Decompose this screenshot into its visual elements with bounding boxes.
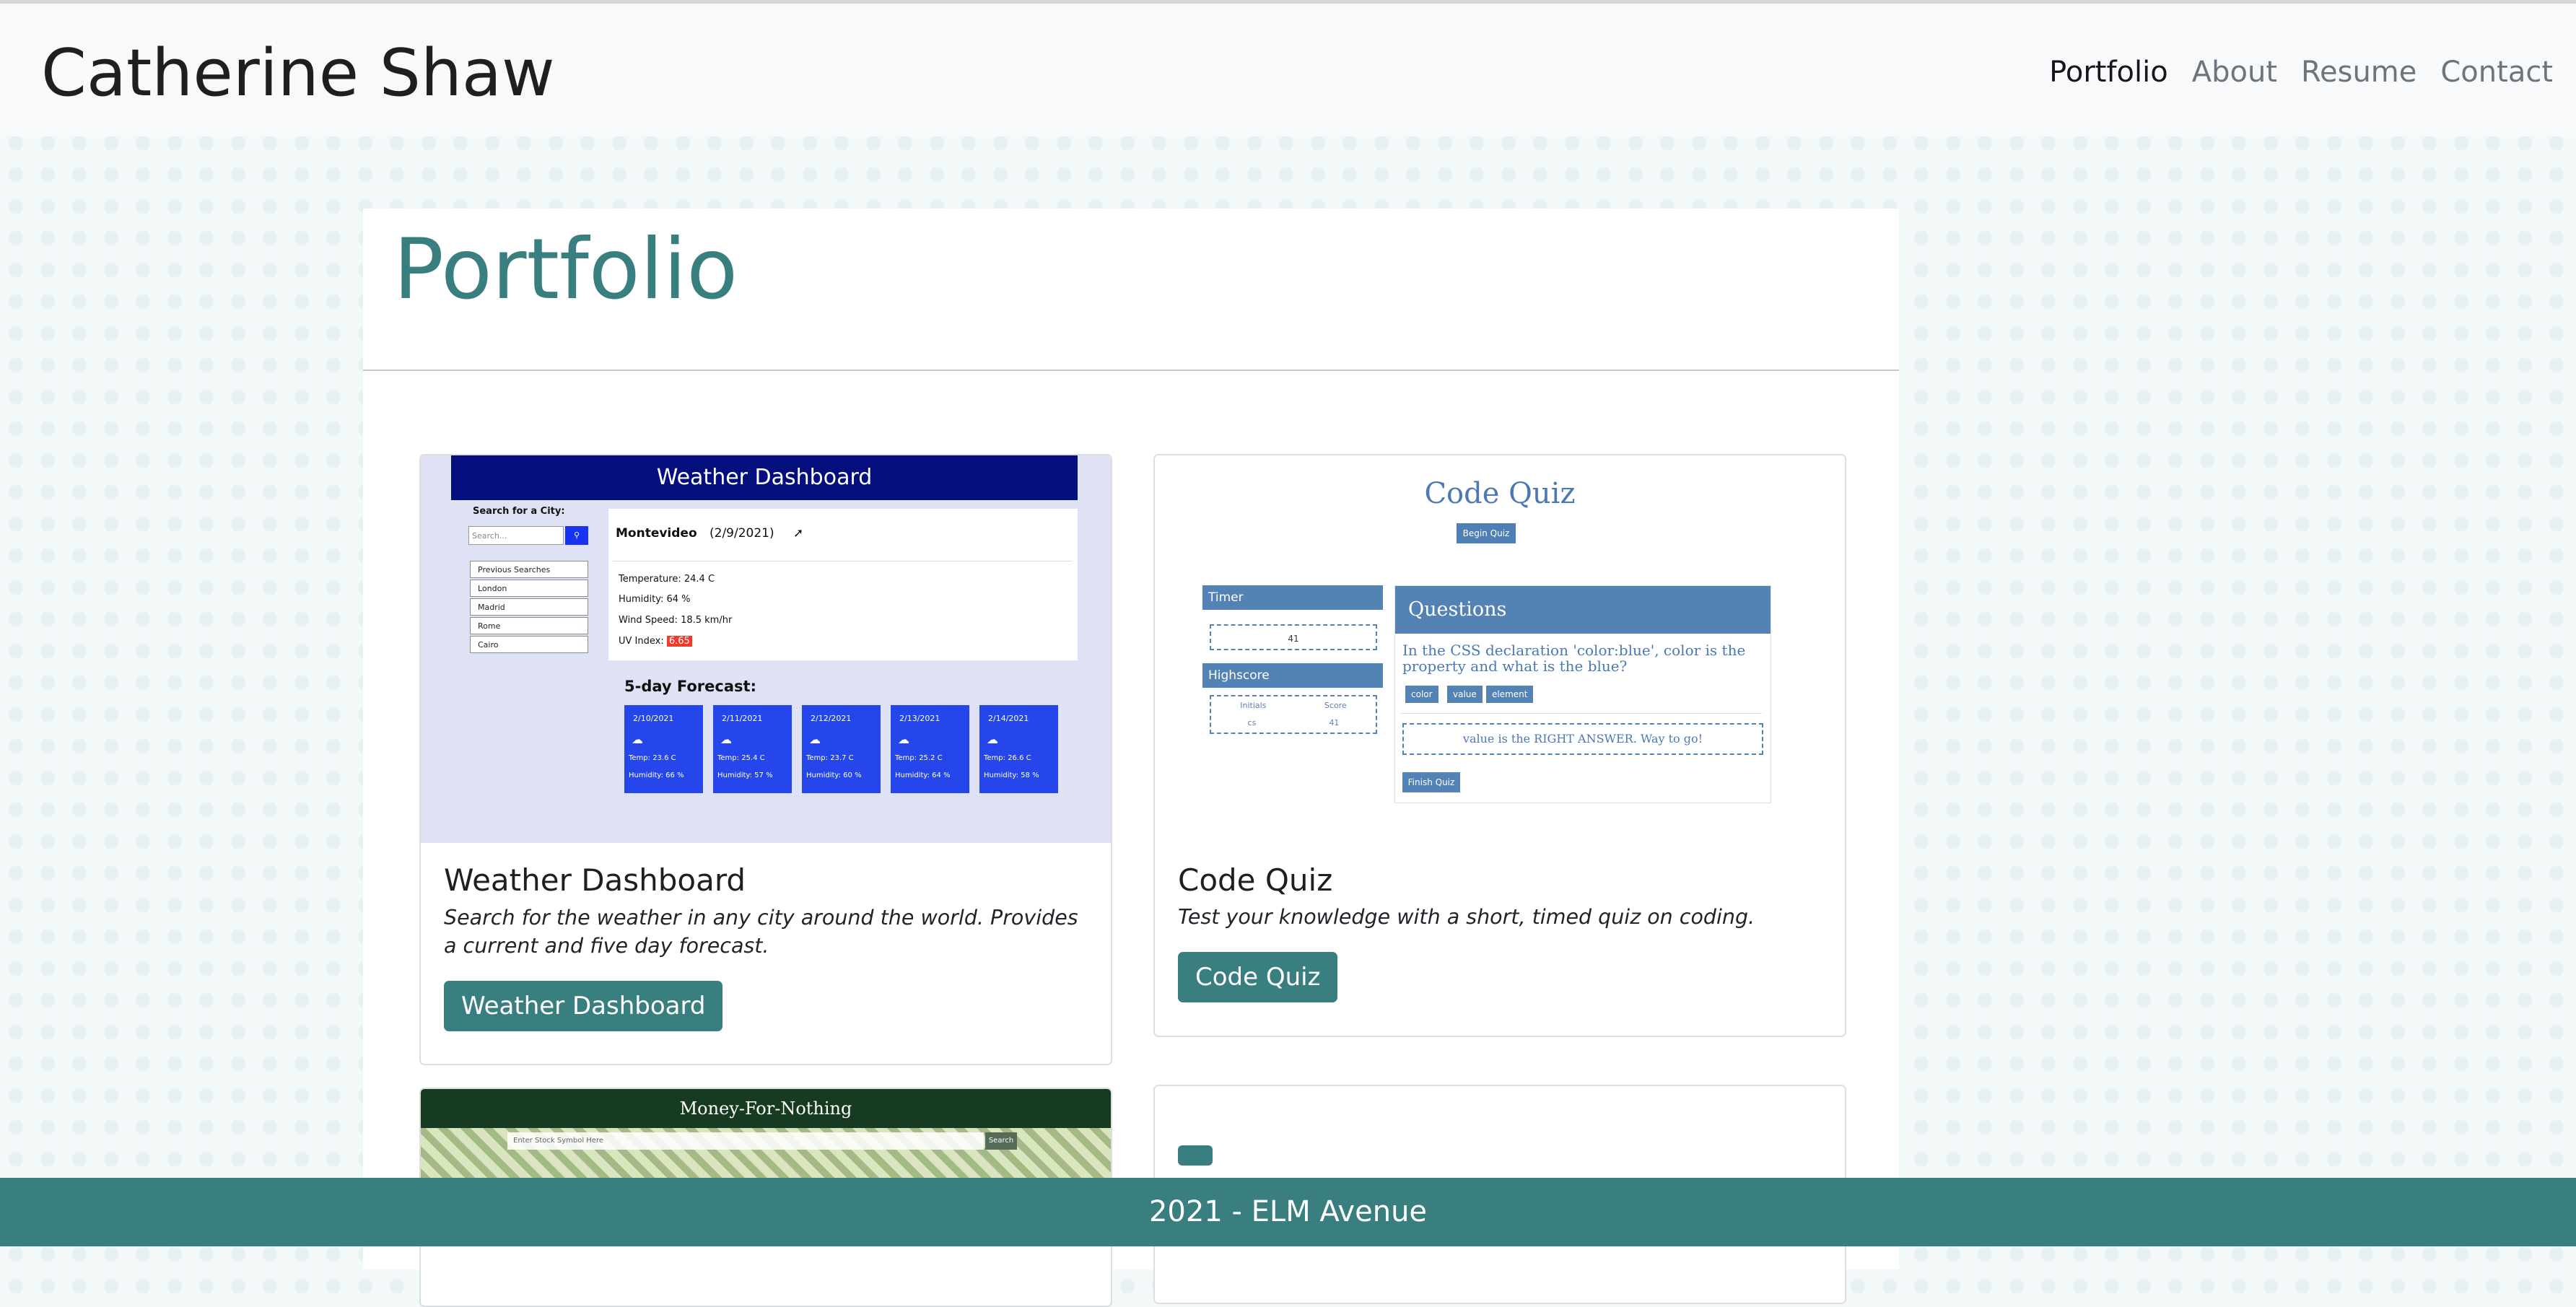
forecast-card: 2/14/2021 ☁ Temp: 26.6 C Humidity: 58 % [979, 705, 1058, 793]
code-quiz-screenshot: Code Quiz Begin Quiz Timer 41 Highscore … [1155, 455, 1845, 843]
weather-date: (2/9/2021) [710, 526, 774, 541]
navbar: Catherine Shaw Portfolio About Resume Co… [0, 4, 2576, 136]
quiz-title: Code Quiz [1424, 477, 1576, 510]
forecast-date: 2/11/2021 [722, 714, 763, 723]
column-initials: Initials [1240, 701, 1267, 710]
weather-search-label: Search for a City: [473, 506, 565, 517]
search-icon: ⚲ [565, 526, 588, 545]
forecast-date: 2/13/2021 [899, 714, 940, 723]
weather-search-input: Search... [468, 526, 564, 545]
forecast-title: 5-day Forecast: [624, 678, 756, 695]
timer-value: 41 [1210, 624, 1377, 650]
card-title: Code Quiz [1178, 862, 1333, 898]
previous-searches-list: Previous Searches London Madrid Rome Cai… [470, 561, 588, 655]
weather-dashboard-screenshot: Weather Dashboard Search for a City: Sea… [421, 455, 1111, 843]
forecast-humidity: Humidity: 64 % [895, 771, 951, 779]
money-for-nothing-screenshot: Money-For-Nothing Enter Stock Symbol Her… [421, 1089, 1111, 1179]
project-card-weather: Weather Dashboard Search for a City: Sea… [419, 454, 1112, 1065]
footer-text: 2021 - ELM Avenue [1148, 1195, 1428, 1228]
forecast-card: 2/13/2021 ☁ Temp: 25.2 C Humidity: 64 % [891, 705, 969, 793]
cloud-icon: ☁ [898, 733, 909, 746]
forecast-date: 2/10/2021 [633, 714, 674, 723]
column-score: Score [1324, 701, 1347, 710]
nav-link-about[interactable]: About [2192, 52, 2277, 92]
cloud-icon: ☁ [632, 733, 643, 746]
card-description: Test your knowledge with a short, timed … [1178, 905, 1755, 929]
timer-header: Timer [1202, 585, 1383, 610]
stock-search-input: Enter Stock Symbol Here [507, 1132, 984, 1150]
cell-score: 41 [1329, 718, 1340, 727]
forecast-card: 2/11/2021 ☁ Temp: 25.4 C Humidity: 57 % [713, 705, 792, 793]
forecast-temp: Temp: 25.4 C [717, 754, 765, 762]
cloud-icon: ☁ [987, 733, 998, 746]
weather-city: Montevideo [616, 526, 697, 541]
highscore-header: Highscore [1202, 663, 1383, 688]
brand-name[interactable]: Catherine Shaw [41, 34, 555, 113]
answer-option: element [1486, 686, 1534, 703]
footer: 2021 - ELM Avenue [0, 1178, 2576, 1246]
project-card-code-quiz: Code Quiz Begin Quiz Timer 41 Highscore … [1153, 454, 1846, 1037]
forecast-date: 2/14/2021 [988, 714, 1029, 723]
forecast-humidity: Humidity: 57 % [717, 771, 773, 779]
nav-link-portfolio[interactable]: Portfolio [2049, 52, 2168, 92]
current-weather-panel: Montevideo (2/9/2021) ➚ Temperature: 24.… [608, 509, 1078, 660]
money-header: Money-For-Nothing [421, 1089, 1111, 1128]
weather-uv: UV Index: 6.65 [619, 636, 692, 647]
weather-dashboard-button[interactable]: Weather Dashboard [444, 981, 723, 1031]
finish-quiz-button: Finish Quiz [1402, 772, 1460, 792]
cloud-icon: ☁ [809, 733, 821, 746]
project-button[interactable] [1178, 1145, 1213, 1166]
forecast-temp: Temp: 26.6 C [984, 754, 1031, 762]
card-description: Search for the weather in any city aroun… [444, 906, 1078, 958]
highscore-table: Initials Score cs 41 [1210, 695, 1377, 734]
list-item: Cairo [470, 636, 588, 653]
begin-quiz-button: Begin Quiz [1457, 523, 1516, 543]
divider [1401, 713, 1762, 714]
card-title: Weather Dashboard [444, 862, 746, 898]
nav-link-resume[interactable]: Resume [2301, 52, 2416, 92]
portfolio-container: Portfolio Weather Dashboard Search for a… [363, 209, 1899, 1307]
stock-search-button: Search [985, 1132, 1017, 1150]
cell-initials: cs [1247, 718, 1257, 727]
questions-header: Questions [1395, 586, 1771, 634]
forecast-temp: Temp: 23.7 C [806, 754, 854, 762]
forecast-temp: Temp: 25.2 C [895, 754, 943, 762]
weather-humidity: Humidity: 64 % [619, 594, 691, 605]
page-title: Portfolio [393, 221, 738, 318]
forecast-humidity: Humidity: 60 % [806, 771, 862, 779]
weather-wind: Wind Speed: 18.5 km/hr [619, 615, 733, 626]
forecast-date: 2/12/2021 [811, 714, 852, 723]
list-item: London [470, 580, 588, 597]
weather-condition-icon: ➚ [793, 526, 804, 541]
nav-links: Portfolio About Resume Contact [2025, 52, 2553, 92]
forecast-humidity: Humidity: 58 % [984, 771, 1039, 779]
title-divider [363, 370, 1899, 371]
answer-option: value [1447, 686, 1483, 703]
code-quiz-button[interactable]: Code Quiz [1178, 952, 1338, 1002]
question-text: In the CSS declaration 'color:blue', col… [1402, 642, 1746, 675]
list-item: Madrid [470, 598, 588, 616]
table-header: Initials Score [1211, 701, 1376, 710]
answer-option: color [1405, 686, 1438, 703]
forecast-humidity: Humidity: 66 % [629, 771, 684, 779]
questions-panel: Questions In the CSS declaration 'color:… [1394, 585, 1771, 803]
forecast-card: 2/10/2021 ☁ Temp: 23.6 C Humidity: 66 % [624, 705, 703, 793]
uv-label: UV Index: [619, 636, 664, 647]
table-row: cs 41 [1211, 718, 1376, 727]
forecast-card: 2/12/2021 ☁ Temp: 23.7 C Humidity: 60 % [802, 705, 881, 793]
nav-link-contact[interactable]: Contact [2440, 52, 2553, 92]
weather-temperature: Temperature: 24.4 C [619, 574, 715, 585]
cloud-icon: ☁ [720, 733, 732, 746]
list-item: Previous Searches [470, 561, 588, 578]
answer-feedback: value is the RIGHT ANSWER. Way to go! [1402, 723, 1763, 755]
forecast-temp: Temp: 23.6 C [629, 754, 676, 762]
list-item: Rome [470, 617, 588, 634]
uv-badge: 6.65 [666, 636, 692, 647]
weather-header: Weather Dashboard [451, 455, 1078, 500]
